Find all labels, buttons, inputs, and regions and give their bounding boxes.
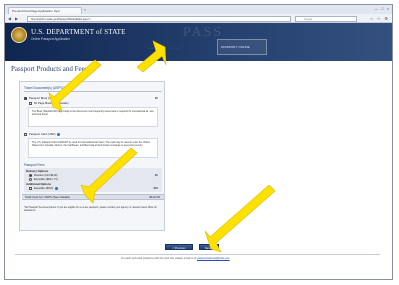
browser-window: Pre-and Post-Page Application Syst × — □… <box>4 4 393 280</box>
arrow-next-icon <box>204 184 276 253</box>
arrow-header-icon <box>136 40 167 73</box>
arrow-book-icon <box>48 59 102 112</box>
arrow-fees-icon <box>80 147 138 204</box>
annotation-arrows <box>48 40 276 253</box>
